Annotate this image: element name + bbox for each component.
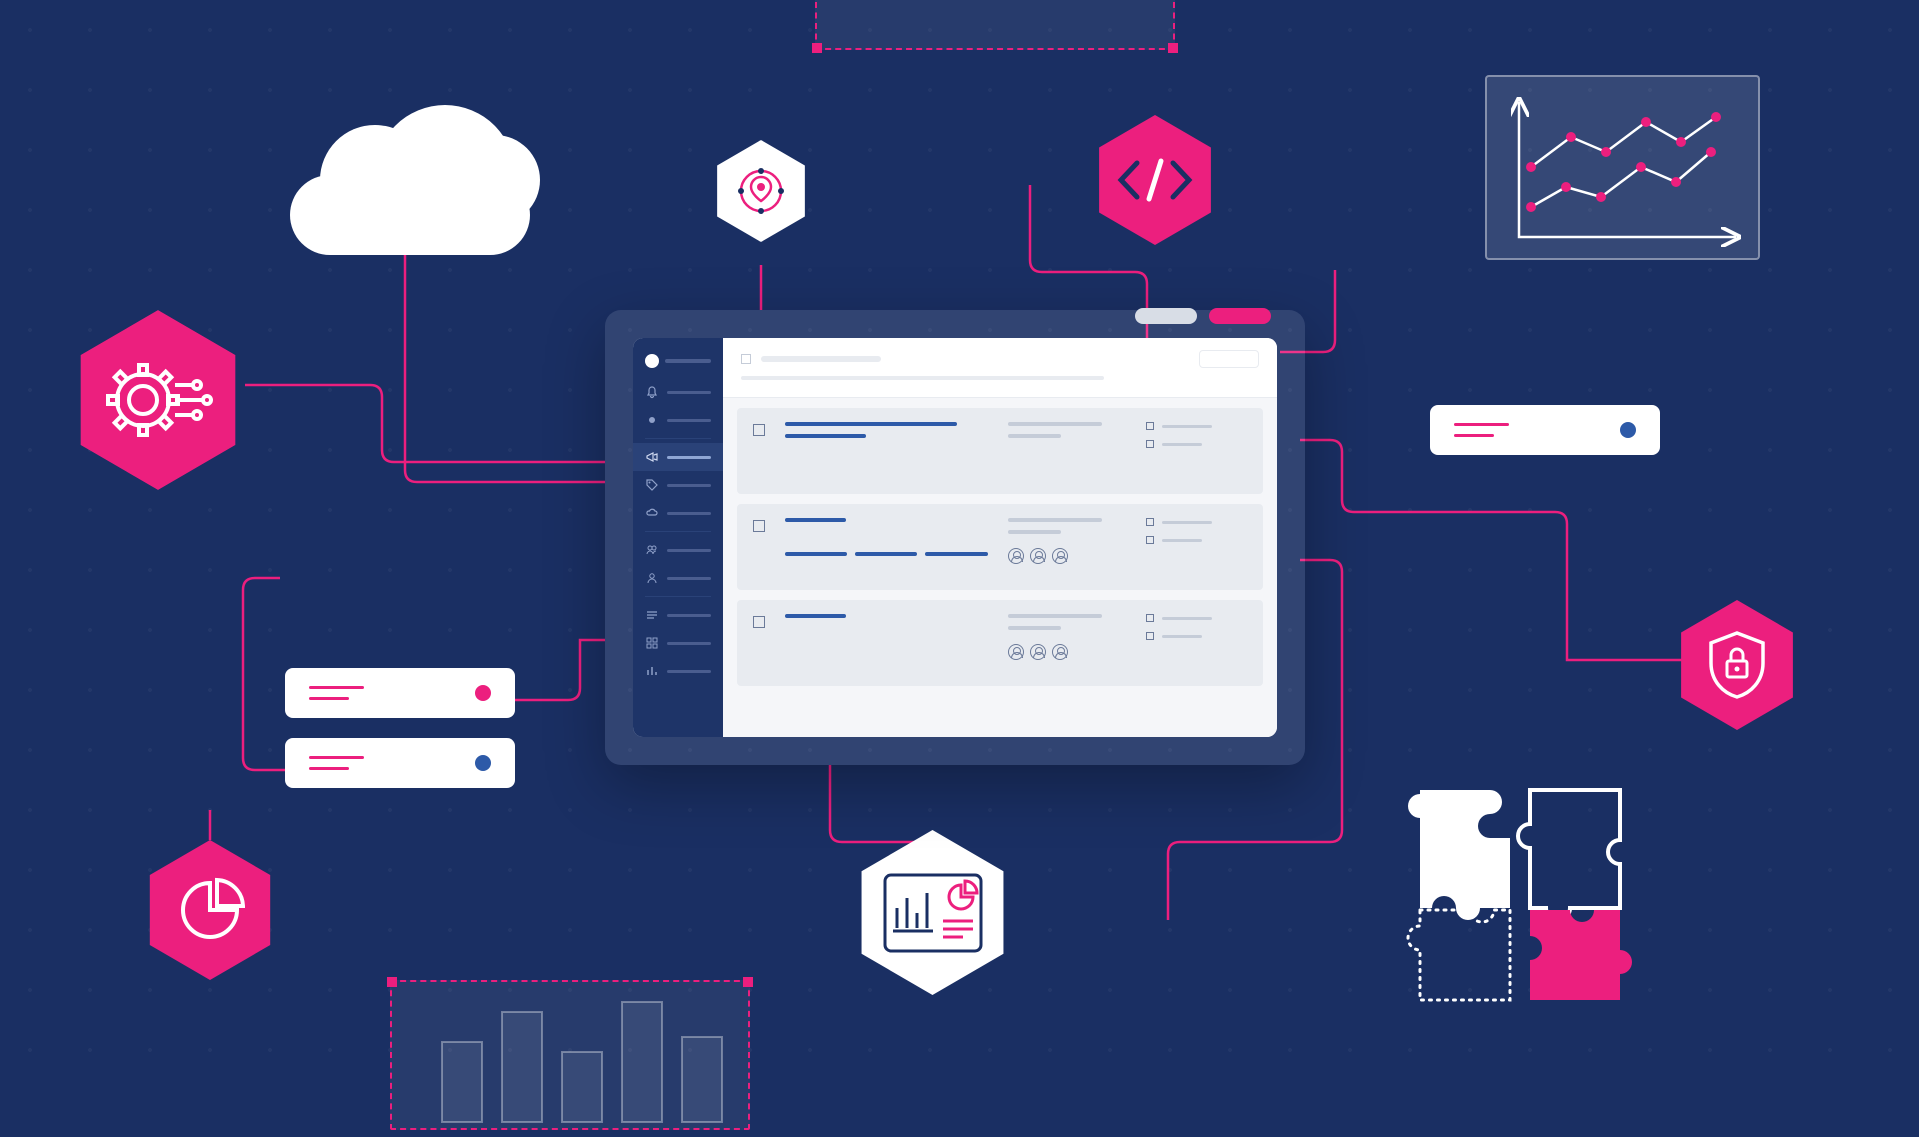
cloud-small-icon <box>645 506 659 520</box>
server-card-left-2 <box>285 738 515 788</box>
sidebar-item-lines[interactable] <box>633 601 723 629</box>
code-hex <box>1090 115 1220 245</box>
header-checkbox[interactable] <box>741 354 751 364</box>
bars-icon <box>645 664 659 678</box>
sidebar-item-user[interactable] <box>633 564 723 592</box>
pill-light <box>1135 308 1197 324</box>
dashboard-header <box>723 338 1277 398</box>
header-action-button[interactable] <box>1199 350 1259 368</box>
ghost-bars-icon <box>392 982 752 1132</box>
gear-settings-icon <box>103 355 213 445</box>
row-checkbox[interactable] <box>753 616 765 628</box>
sidebar-logo <box>633 350 723 378</box>
tag-icon <box>645 478 659 492</box>
megaphone-icon <box>645 450 659 464</box>
pill-pink <box>1209 308 1271 324</box>
gear-hex <box>68 310 248 490</box>
sidebar-item-dot[interactable] <box>633 406 723 434</box>
sidebar-item-bell[interactable] <box>633 378 723 406</box>
sidebar-item-grid[interactable] <box>633 629 723 657</box>
bell-icon <box>645 385 659 399</box>
server-card-right <box>1430 405 1660 455</box>
user-icon <box>645 571 659 585</box>
central-dashboard <box>605 310 1305 765</box>
sidebar-item-bars[interactable] <box>633 657 723 685</box>
sidebar-item-users[interactable] <box>633 536 723 564</box>
security-hex <box>1672 600 1802 730</box>
location-hex <box>710 140 812 242</box>
dashboard-sidebar <box>633 338 723 737</box>
cloud-icon <box>290 105 530 255</box>
lines-icon <box>645 608 659 622</box>
header-title-placeholder <box>761 356 881 362</box>
analytics-hex <box>850 830 1015 995</box>
dashboard-list <box>723 398 1277 737</box>
puzzle-integrations-icon <box>1400 770 1650 1025</box>
dashboard-analytics-icon <box>883 873 983 953</box>
dot-icon <box>645 413 659 427</box>
row-checkbox[interactable] <box>753 424 765 436</box>
header-subtitle-placeholder <box>741 376 1104 380</box>
sidebar-item-cloud[interactable] <box>633 499 723 527</box>
sidebar-item-megaphone[interactable] <box>633 443 723 471</box>
server-card-left-1 <box>285 668 515 718</box>
row-checkbox[interactable] <box>753 520 765 532</box>
sidebar-item-tag[interactable] <box>633 471 723 499</box>
pie-chart-icon <box>175 875 245 945</box>
pie-hex <box>140 840 280 980</box>
dashed-chart-panel-top <box>815 0 1175 50</box>
line-chart-icon <box>1511 97 1741 247</box>
list-card[interactable] <box>737 408 1263 494</box>
dashed-bar-panel-bottom <box>390 980 750 1130</box>
code-brackets-icon <box>1115 155 1195 205</box>
grid-icon <box>645 636 659 650</box>
users-icon <box>645 543 659 557</box>
shield-lock-icon <box>1705 629 1769 701</box>
line-chart-panel <box>1485 75 1760 260</box>
list-card[interactable] <box>737 504 1263 590</box>
location-target-icon <box>733 163 789 219</box>
list-card[interactable] <box>737 600 1263 686</box>
dashboard-main <box>723 338 1277 737</box>
